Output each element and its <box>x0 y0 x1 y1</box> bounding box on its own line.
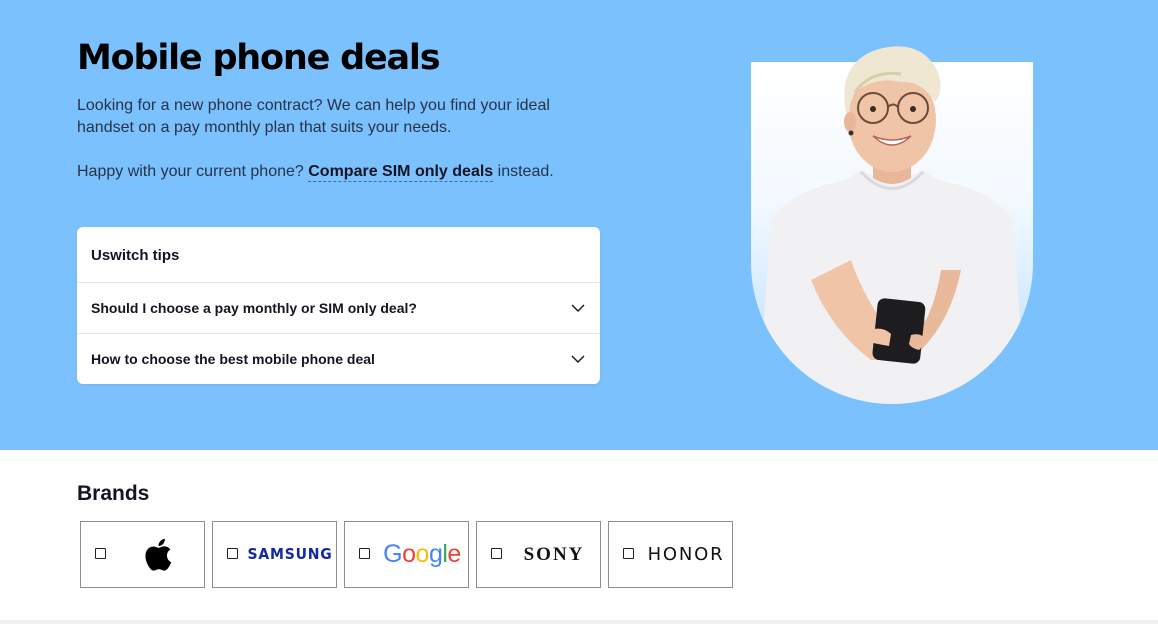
brand-filter-google[interactable]: Google <box>344 521 469 588</box>
sim-only-suffix: instead. <box>497 163 554 180</box>
hero-section: Mobile phone deals Looking for a new pho… <box>0 0 1158 450</box>
brand-filter-apple[interactable] <box>80 521 205 588</box>
sim-only-prefix: Happy with your current phone? <box>77 163 304 180</box>
brand-filter-samsung[interactable]: SAMSUNG <box>212 521 337 588</box>
brand-checkbox[interactable] <box>95 548 106 559</box>
compare-sim-only-link[interactable]: Compare SIM only deals <box>308 163 494 182</box>
brand-checkbox[interactable] <box>359 548 370 559</box>
tip-label: Should I choose a pay monthly or SIM onl… <box>91 300 417 316</box>
brand-checkbox[interactable] <box>227 548 238 559</box>
honor-logo-icon: HONOR <box>647 544 725 565</box>
tip-label: How to choose the best mobile phone deal <box>91 350 375 367</box>
sim-only-line: Happy with your current phone? Compare S… <box>77 161 554 183</box>
brands-heading: Brands <box>77 482 150 505</box>
intro-text: Looking for a new phone contract? We can… <box>77 97 550 136</box>
chevron-down-icon <box>571 304 585 312</box>
hero-photo <box>751 30 1033 404</box>
tip-pay-monthly-vs-sim-only[interactable]: Should I choose a pay monthly or SIM onl… <box>77 283 600 333</box>
google-logo-icon: Google <box>383 540 461 568</box>
brand-checkbox[interactable] <box>623 548 634 559</box>
uswitch-tips-panel: Uswitch tips Should I choose a pay month… <box>77 227 600 384</box>
apple-logo-icon <box>116 522 200 587</box>
brand-filter-list: SAMSUNG Google SONY HONOR <box>80 521 733 588</box>
tips-heading: Uswitch tips <box>77 227 600 283</box>
sony-logo-icon: SONY <box>523 543 585 565</box>
apple-icon <box>145 538 172 571</box>
tip-best-mobile-deal[interactable]: How to choose the best mobile phone deal <box>77 333 600 383</box>
brand-checkbox[interactable] <box>491 548 502 559</box>
woman-with-phone-illustration <box>758 46 1026 404</box>
page-title: Mobile phone deals <box>77 38 441 78</box>
section-divider <box>0 620 1158 624</box>
brand-filter-honor[interactable]: HONOR <box>608 521 733 588</box>
chevron-down-icon <box>571 355 585 363</box>
samsung-logo-icon: SAMSUNG <box>247 546 333 563</box>
brand-filter-sony[interactable]: SONY <box>476 521 601 588</box>
